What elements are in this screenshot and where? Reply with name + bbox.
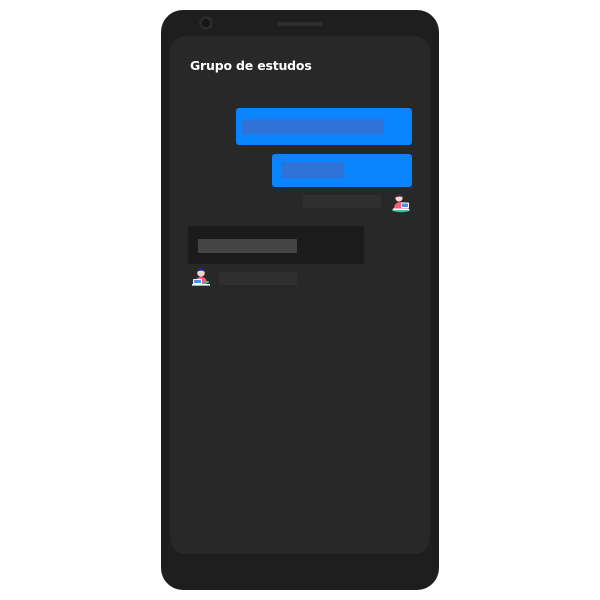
message-bubble-incoming[interactable] bbox=[188, 226, 364, 264]
chat-title: Grupo de estudos bbox=[190, 58, 312, 73]
message-meta-incoming bbox=[219, 272, 297, 285]
redacted-message-text bbox=[242, 119, 384, 134]
person-with-laptop-avatar-icon bbox=[392, 193, 410, 213]
message-bubble-outgoing[interactable] bbox=[272, 154, 412, 187]
front-camera bbox=[199, 16, 213, 30]
redacted-message-text bbox=[198, 239, 297, 253]
earpiece-speaker bbox=[277, 22, 323, 26]
phone-frame: Grupo de estudos bbox=[161, 10, 439, 590]
redacted-message-text bbox=[281, 162, 344, 178]
message-meta-outgoing bbox=[303, 195, 381, 208]
chat-screen: Grupo de estudos bbox=[170, 36, 430, 554]
message-bubble-outgoing[interactable] bbox=[236, 108, 412, 145]
person-with-laptop-avatar-icon bbox=[192, 267, 210, 286]
